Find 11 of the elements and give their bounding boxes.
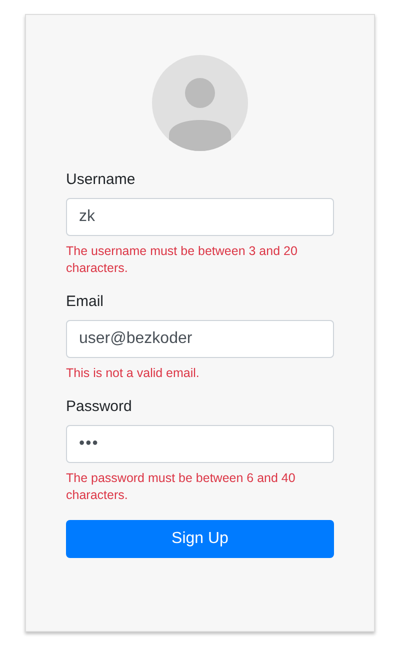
field-label: Email: [66, 293, 105, 310]
input-field[interactable]: zk: [66, 198, 334, 236]
sign-up-button[interactable]: Sign Up: [66, 520, 334, 558]
error-message: The username must be between 3 and 20 characters.: [66, 243, 298, 277]
error-message: The password must be between 6 and 40 characters.: [66, 470, 296, 504]
password-field[interactable]: •••: [66, 425, 334, 463]
email-field[interactable]: user@bezkoder: [66, 320, 334, 358]
avatar-icon: [152, 55, 248, 151]
error-message: This is not a valid email.: [66, 365, 200, 382]
field-label: Username: [66, 171, 136, 188]
field-label: Password: [66, 398, 133, 415]
